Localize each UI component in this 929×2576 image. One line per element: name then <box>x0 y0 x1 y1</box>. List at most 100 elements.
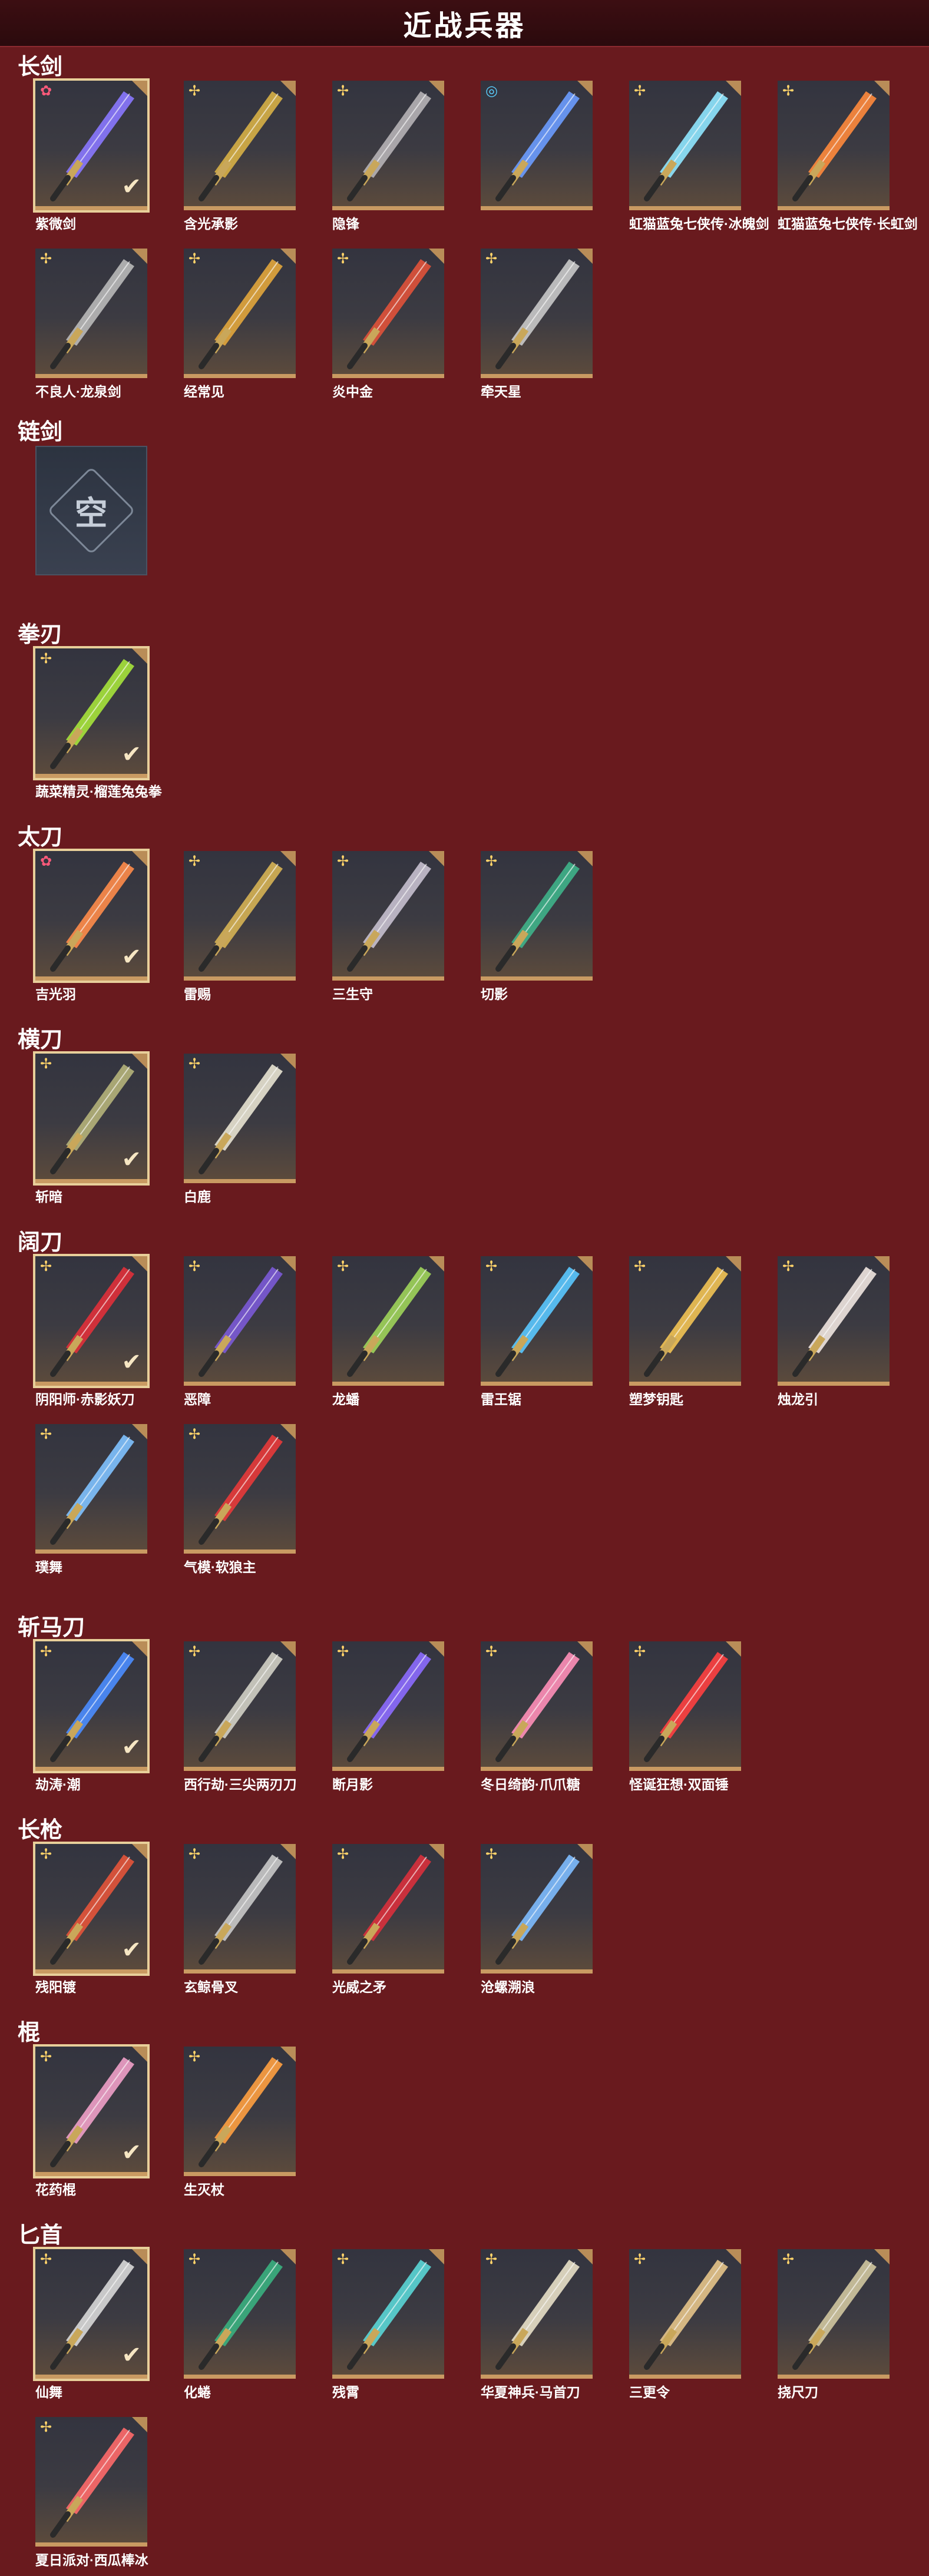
weapon-item[interactable]: ✢ 虹猫蓝兔七侠传·冰魄剑 <box>629 81 769 233</box>
weapon-item[interactable]: ✢ 三更令 <box>629 2249 745 2401</box>
weapon-card[interactable]: ✿ ✔ <box>33 849 150 983</box>
weapon-item[interactable]: ✢ 光威之矛 <box>332 1844 448 1996</box>
weapon-item[interactable]: ✢ 龙蟠 <box>332 1256 448 1408</box>
weapon-card[interactable]: ✢ ✔ <box>33 1842 150 1976</box>
weapon-image <box>347 259 431 369</box>
weapon-item[interactable]: ✢ 白鹿 <box>184 1054 299 1206</box>
weapon-card[interactable]: ✢ <box>332 1256 444 1386</box>
weapon-item[interactable]: ✢ ✔ 阴阳师·赤影妖刀 <box>33 1254 151 1408</box>
weapon-image <box>347 862 431 972</box>
weapon-item[interactable]: ✢ 雷赐 <box>184 851 299 1003</box>
weapon-item[interactable]: ✢ 夏日派对·西瓜棒冰 <box>35 2417 151 2569</box>
weapon-item[interactable]: ✢ 断月影 <box>332 1641 448 1793</box>
weapon-card[interactable]: ✢ <box>184 1641 296 1771</box>
weapon-card[interactable]: ✢ <box>481 1844 593 1974</box>
weapon-image <box>347 1855 431 1965</box>
weapon-item[interactable]: ✢ 沧螺溯浪 <box>481 1844 596 1996</box>
weapon-name: 塑梦钥匙 <box>629 1392 683 1407</box>
weapon-card[interactable]: ✢ <box>35 2417 147 2547</box>
weapon-card[interactable]: ✢ <box>332 1641 444 1771</box>
weapon-card[interactable]: ✢ <box>184 851 296 981</box>
weapon-card[interactable]: ✢ <box>481 1641 593 1771</box>
weapon-card[interactable]: ✢ <box>481 249 593 378</box>
weapon-item[interactable]: ✢ 恶障 <box>184 1256 299 1408</box>
weapon-item[interactable]: ✢ 西行劫·三尖两刃刀 <box>184 1641 299 1793</box>
weapon-item[interactable]: ✢ 炎中金 <box>332 249 448 400</box>
weapon-card[interactable]: ✢ ✔ <box>33 2044 150 2178</box>
weapon-card[interactable]: ✢ <box>629 1641 741 1771</box>
weapon-card[interactable]: ✢ <box>184 1424 296 1554</box>
weapon-card[interactable]: ✢ <box>184 1844 296 1974</box>
weapon-image <box>347 2260 431 2370</box>
weapon-item[interactable]: ✢ ✔ 劫涛·潮 <box>33 1639 151 1793</box>
weapon-item[interactable]: ✢ 化蜷 <box>184 2249 299 2401</box>
weapon-item[interactable]: ✢ 烛龙引 <box>778 1256 893 1408</box>
weapon-card[interactable]: ✢ <box>778 81 890 210</box>
weapon-card[interactable]: ✿ ✔ <box>33 78 150 213</box>
weapon-item[interactable]: ✢ 冬日绮韵·爪爪糖 <box>481 1641 596 1793</box>
weapon-item[interactable]: ✿ ✔ 紫微剑 <box>33 78 151 233</box>
weapon-card[interactable]: ✢ <box>332 249 444 378</box>
weapon-card[interactable]: ✢ <box>184 1256 296 1386</box>
weapon-item[interactable]: ✢ 华夏神兵·马首刀 <box>481 2249 596 2401</box>
weapon-item[interactable]: ✢ 切影 <box>481 851 596 1003</box>
weapon-item[interactable]: ✢ 隐锋 <box>332 81 448 233</box>
weapon-name: 沧螺溯浪 <box>481 1979 535 1995</box>
star-badge-icon: ✢ <box>485 2251 498 2267</box>
weapon-card[interactable]: ✢ <box>629 1256 741 1386</box>
weapon-item[interactable]: ✢ 含光承影 <box>184 81 299 233</box>
weapon-card[interactable]: ✢ <box>35 1424 147 1554</box>
weapon-card[interactable]: ✢ <box>778 1256 890 1386</box>
weapon-item[interactable]: ✢ ✔ 残阳镀 <box>33 1842 151 1996</box>
weapon-item[interactable]: ✿ ✔ 吉光羽 <box>33 849 151 1003</box>
weapon-card[interactable]: ✢ <box>481 2249 593 2379</box>
weapon-card[interactable]: ✢ <box>184 249 296 378</box>
weapon-card[interactable]: ✢ ✔ <box>33 1051 150 1186</box>
weapon-item[interactable]: ✢ 生灭杖 <box>184 2047 299 2198</box>
category-title: 匕首 <box>18 2223 63 2248</box>
weapon-item[interactable]: ✢ 玄鲸骨叉 <box>184 1844 299 1996</box>
weapon-card[interactable]: ✢ <box>778 2249 890 2379</box>
weapon-card[interactable]: ✢ ✔ <box>33 1254 150 1388</box>
weapon-item[interactable]: ✢ 虹猫蓝兔七侠传·长虹剑 <box>778 81 918 233</box>
weapon-card[interactable]: ✢ <box>184 1054 296 1183</box>
weapon-card[interactable]: ✢ <box>481 1256 593 1386</box>
weapon-item[interactable]: ✢ 璞舞 <box>35 1424 151 1576</box>
weapon-item[interactable]: ✢ 塑梦钥匙 <box>629 1256 745 1408</box>
weapon-image <box>792 1267 877 1377</box>
empty-slot[interactable]: 空 <box>35 446 151 575</box>
weapon-card[interactable]: ✢ <box>629 81 741 210</box>
star-badge-icon: ✢ <box>40 2419 52 2435</box>
weapon-item[interactable]: ✢ 经常见 <box>184 249 299 400</box>
weapon-image <box>50 259 134 369</box>
weapon-card[interactable]: ✢ <box>35 249 147 378</box>
weapon-card[interactable]: ✢ ✔ <box>33 646 150 780</box>
weapon-item[interactable]: ✢ ✔ 斩暗 <box>33 1051 151 1206</box>
weapon-image <box>495 2260 580 2370</box>
weapon-card[interactable]: ✢ <box>332 851 444 981</box>
weapon-item[interactable]: ✢ 雷王锯 <box>481 1256 596 1408</box>
weapon-item[interactable]: ✢ 不良人·龙泉剑 <box>35 249 151 400</box>
weapon-card[interactable]: ✢ <box>629 2249 741 2379</box>
weapon-item[interactable]: ✢ 残霄 <box>332 2249 448 2401</box>
weapon-card[interactable]: ✢ <box>184 2047 296 2176</box>
weapon-item[interactable]: ✢ 挠尺刀 <box>778 2249 893 2401</box>
weapon-item[interactable]: ✢ 气模·软狼主 <box>184 1424 299 1576</box>
weapon-item[interactable]: ✢ ✔ 仙舞 <box>33 2247 151 2401</box>
weapon-card[interactable]: ✢ <box>184 81 296 210</box>
weapon-item[interactable]: ✢ 三生守 <box>332 851 448 1003</box>
weapon-card[interactable]: ✢ <box>184 2249 296 2379</box>
weapon-item[interactable]: ✢ ✔ 花药棍 <box>33 2044 151 2198</box>
weapon-item[interactable]: ✢ 怪诞狂想·双面锤 <box>629 1641 745 1793</box>
weapon-card[interactable]: ◎ <box>481 81 593 210</box>
weapon-card[interactable]: ✢ ✔ <box>33 2247 150 2381</box>
weapon-card[interactable]: ✢ ✔ <box>33 1639 150 1773</box>
weapon-item[interactable]: ✢ 牵天星 <box>481 249 596 400</box>
weapon-item[interactable]: ◎ <box>481 81 596 213</box>
weapon-card[interactable]: ✢ <box>481 851 593 981</box>
weapon-card[interactable]: ✢ <box>332 81 444 210</box>
weapon-card[interactable]: ✢ <box>332 1844 444 1974</box>
weapon-card[interactable]: ✢ <box>332 2249 444 2379</box>
weapon-item[interactable]: ✢ ✔ 蔬菜精灵·榴莲兔兔拳 <box>33 646 162 800</box>
weapon-name: 夏日派对·西瓜棒冰 <box>35 2552 148 2568</box>
